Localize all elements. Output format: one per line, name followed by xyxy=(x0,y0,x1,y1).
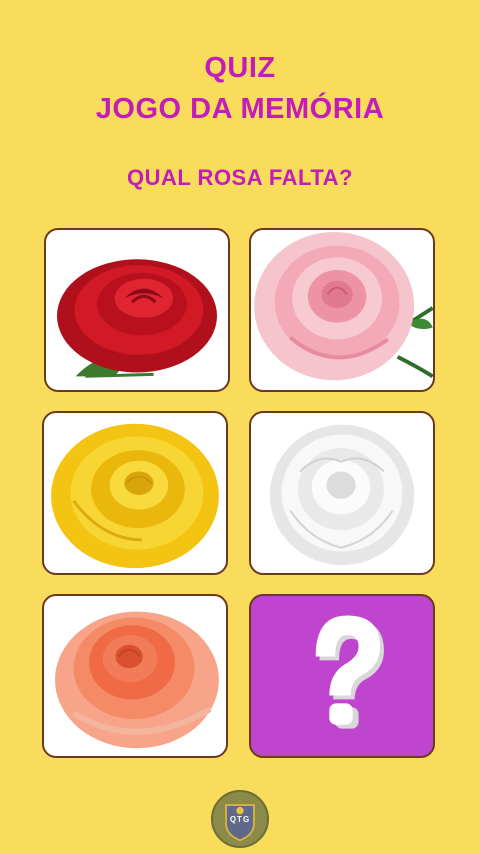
card-orange-rose[interactable] xyxy=(42,594,228,758)
question-mark-icon xyxy=(315,615,384,729)
card-yellow-rose[interactable] xyxy=(42,411,228,575)
quiz-title: QUIZ xyxy=(204,52,276,84)
yellow-rose-image xyxy=(51,423,219,569)
qtg-logo: QTG xyxy=(211,790,269,848)
card-missing-rose[interactable] xyxy=(249,594,435,758)
logo-text: QTG xyxy=(229,815,251,824)
game-title: JOGO DA MEMÓRIA xyxy=(95,93,385,125)
question-text: QUAL ROSA FALTA? xyxy=(127,165,353,190)
card-pink-rose[interactable] xyxy=(249,228,435,392)
orange-rose-image xyxy=(55,611,219,749)
pink-rose-image xyxy=(254,231,433,381)
card-white-rose[interactable] xyxy=(249,411,435,575)
white-rose-image xyxy=(269,424,415,566)
red-rose-image xyxy=(57,259,217,378)
card-red-rose[interactable] xyxy=(44,228,230,392)
